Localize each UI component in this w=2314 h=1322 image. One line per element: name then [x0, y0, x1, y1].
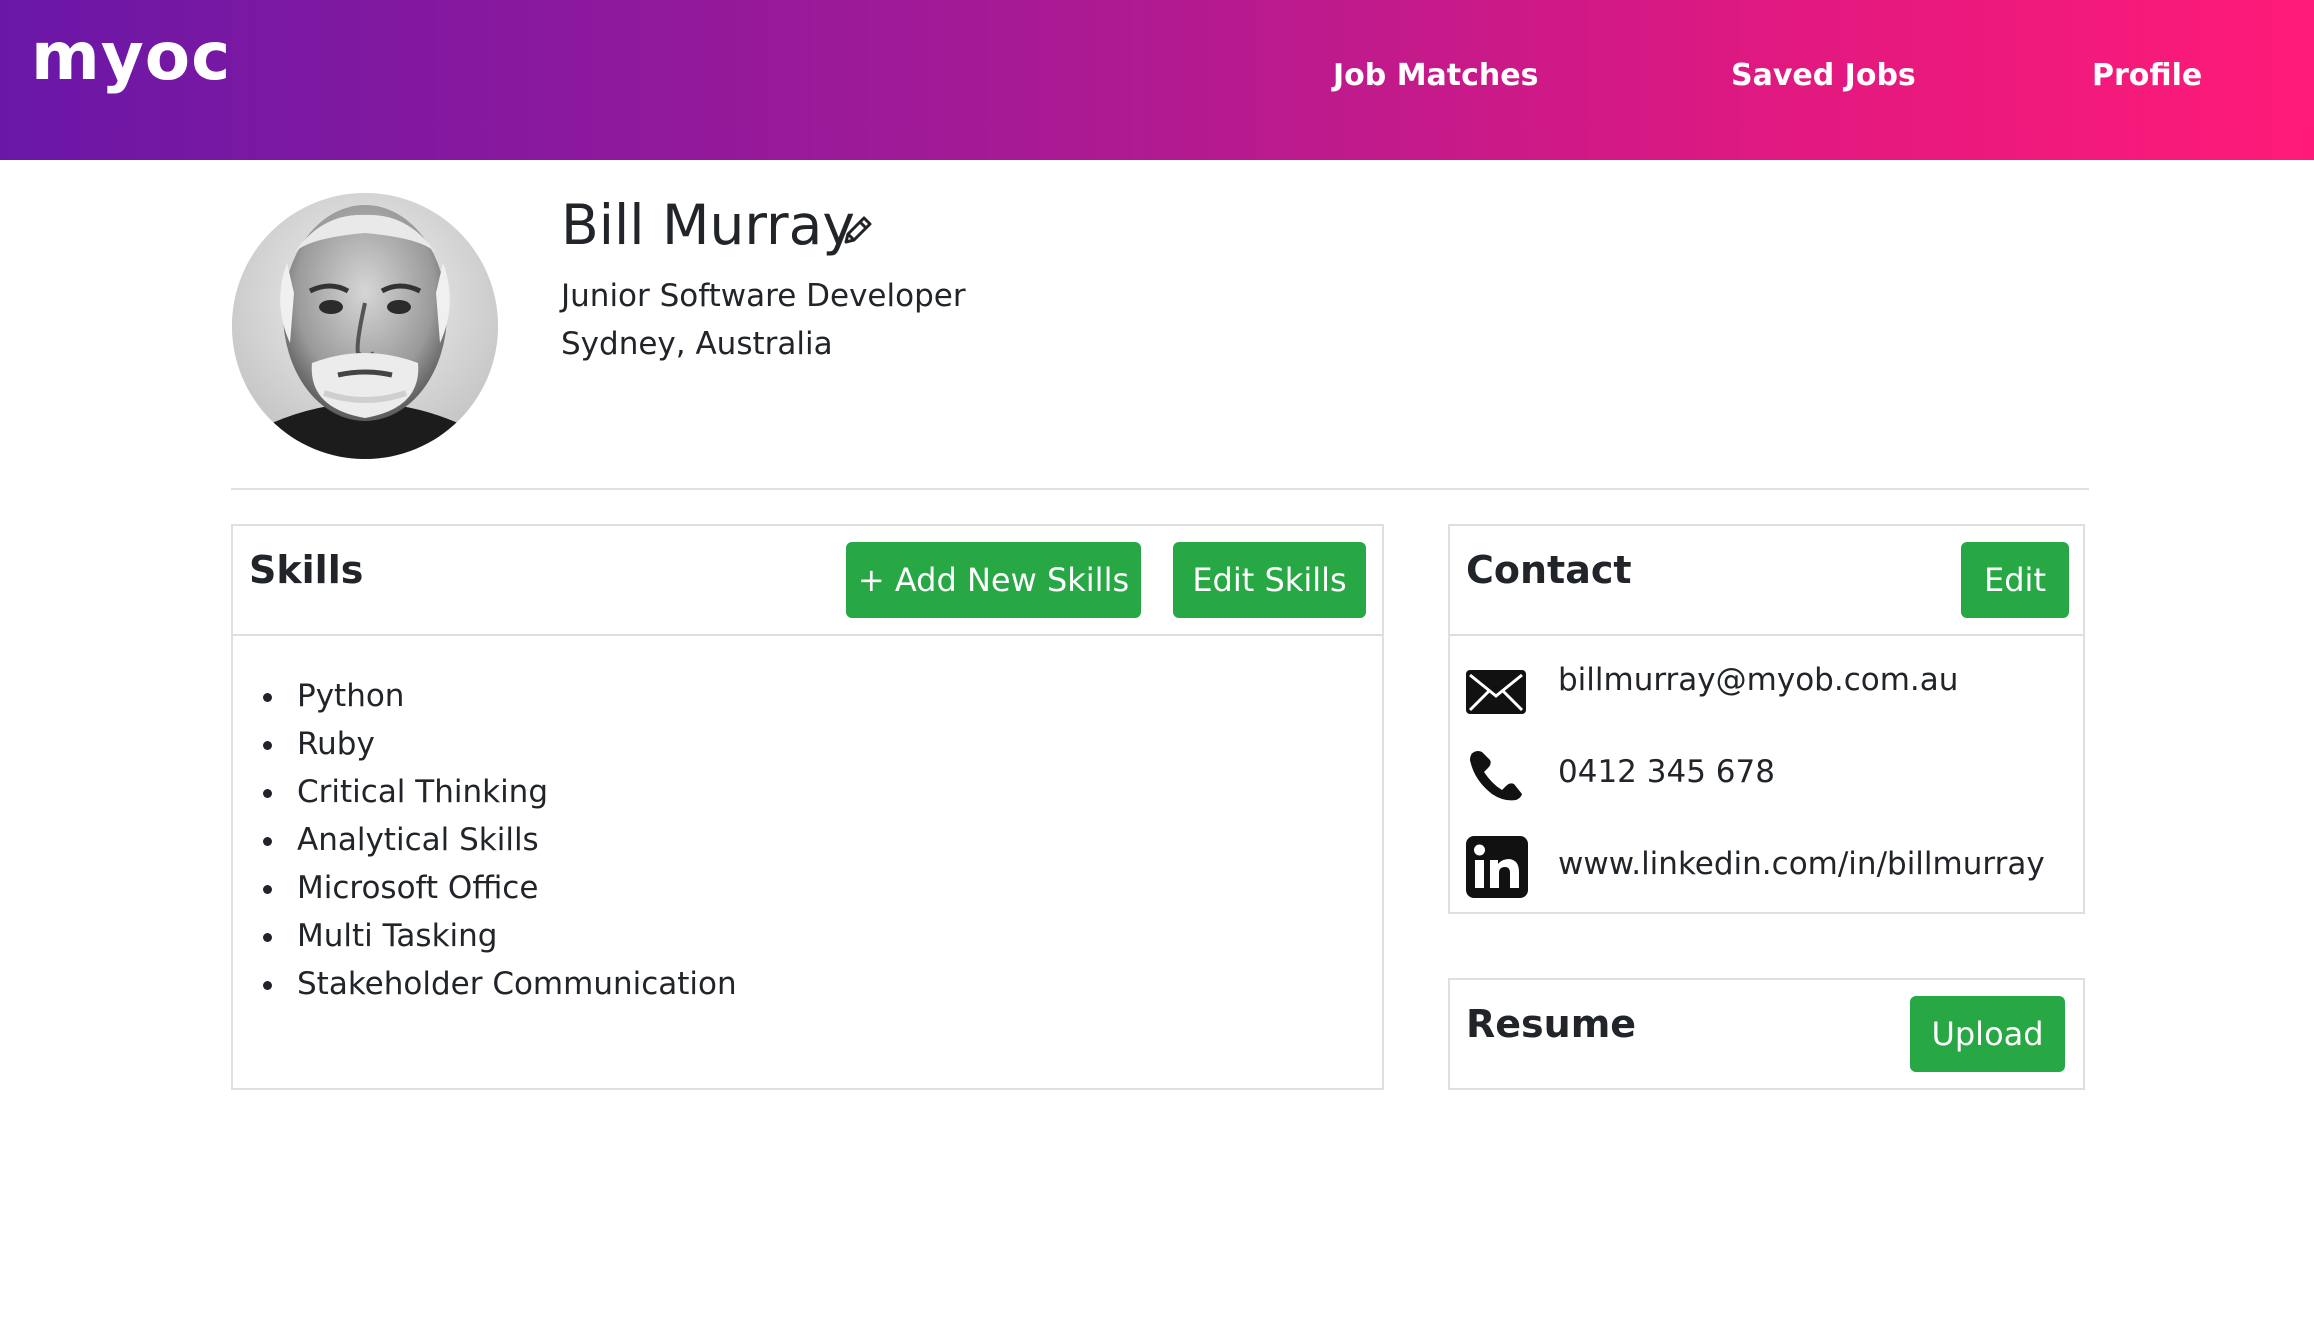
contact-linkedin-row: www.linkedin.com/in/billmurray: [1450, 836, 2083, 900]
resume-heading: Resume: [1466, 1002, 1637, 1046]
skills-list: Python Ruby Critical Thinking Analytical…: [233, 672, 737, 1008]
contact-email[interactable]: billmurray@myob.com.au: [1558, 662, 1958, 698]
skill-item: Python: [233, 672, 737, 720]
profile-name: Bill Murray: [561, 193, 855, 257]
profile-location: Sydney, Australia: [561, 326, 833, 362]
skill-item: Microsoft Office: [233, 864, 737, 912]
edit-contact-button[interactable]: Edit: [1961, 542, 2069, 618]
contact-phone[interactable]: 0412 345 678: [1558, 754, 1775, 790]
skills-heading: Skills: [249, 548, 364, 592]
resume-card: Resume Upload: [1448, 978, 2085, 1090]
skills-card: Skills + Add New Skills Edit Skills Pyth…: [231, 524, 1384, 1090]
contact-email-row: billmurray@myob.com.au: [1450, 658, 2083, 722]
contact-linkedin[interactable]: www.linkedin.com/in/billmurray: [1558, 846, 2045, 882]
edit-skills-button[interactable]: Edit Skills: [1173, 542, 1366, 618]
top-navbar: myoc Job Matches Saved Jobs Profile: [0, 0, 2314, 160]
envelope-icon: [1466, 670, 1526, 718]
avatar-photo: [232, 193, 498, 459]
contact-card: Contact Edit billmurray@myob.com.au 0412…: [1448, 524, 2085, 914]
brand-logo[interactable]: myoc: [31, 18, 231, 95]
nav-profile[interactable]: Profile: [2092, 58, 2202, 93]
contact-header-divider: [1450, 634, 2083, 636]
skill-item: Stakeholder Communication: [233, 960, 737, 1008]
linkedin-icon: [1466, 836, 1528, 902]
nav-saved-jobs[interactable]: Saved Jobs: [1731, 58, 1916, 93]
add-new-skills-button[interactable]: + Add New Skills: [846, 542, 1141, 618]
upload-resume-button[interactable]: Upload: [1910, 996, 2065, 1072]
phone-icon: [1466, 748, 1526, 808]
contact-heading: Contact: [1466, 548, 1632, 592]
profile-avatar: [232, 193, 498, 459]
skill-item: Multi Tasking: [233, 912, 737, 960]
skill-item: Critical Thinking: [233, 768, 737, 816]
section-divider: [231, 488, 2089, 490]
nav-job-matches[interactable]: Job Matches: [1333, 58, 1538, 93]
skill-item: Ruby: [233, 720, 737, 768]
profile-job-title: Junior Software Developer: [561, 278, 966, 314]
skills-header-divider: [233, 634, 1382, 636]
pencil-icon[interactable]: [838, 212, 876, 250]
skill-item: Analytical Skills: [233, 816, 737, 864]
contact-phone-row: 0412 345 678: [1450, 748, 2083, 812]
